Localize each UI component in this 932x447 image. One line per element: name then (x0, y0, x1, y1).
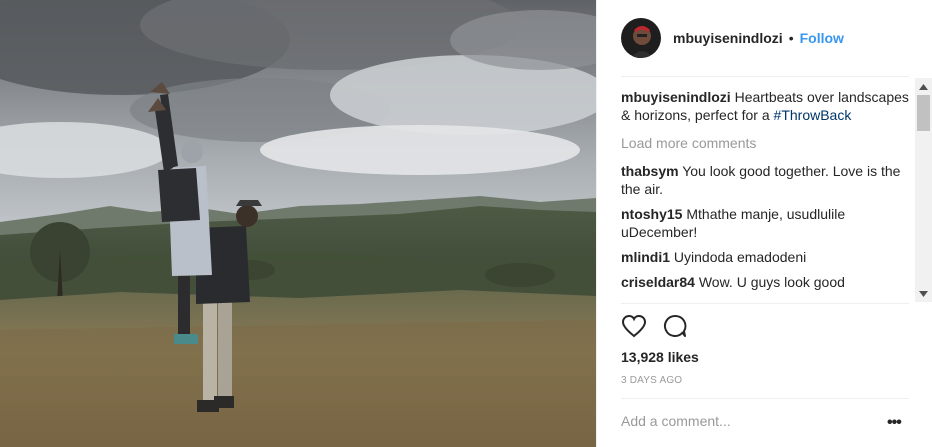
landscape-couple-image (0, 0, 596, 447)
post-details-pane: mbuyisenindlozi • Follow mbuyisenindlozi… (596, 0, 932, 447)
comment-item: mlindi1 Uyindoda emadodeni (621, 248, 911, 266)
post-caption: mbuyisenindlozi Heartbeats over landscap… (621, 88, 911, 124)
avatar-image (621, 18, 661, 58)
instagram-post-viewer: mbuyisenindlozi • Follow mbuyisenindlozi… (0, 0, 932, 447)
comment-username[interactable]: ntoshy15 (621, 206, 682, 222)
caption-hashtag[interactable]: #ThrowBack (774, 107, 852, 123)
post-actions (621, 314, 687, 342)
username-link[interactable]: mbuyisenindlozi (673, 30, 783, 46)
comment-bubble-icon[interactable] (663, 314, 687, 343)
add-comment-input[interactable] (621, 413, 871, 429)
comments-list[interactable]: mbuyisenindlozi Heartbeats over landscap… (621, 88, 911, 302)
likes-count[interactable]: 13,928 likes (621, 349, 699, 365)
comment-username[interactable]: mlindi1 (621, 249, 670, 265)
load-more-comments-button[interactable]: Load more comments (621, 134, 911, 152)
scroll-down-arrow-icon[interactable] (915, 285, 932, 302)
comment-username[interactable]: thabsym (621, 163, 679, 179)
add-comment-divider (621, 398, 909, 399)
scroll-up-arrow-icon[interactable] (915, 78, 932, 95)
scrollbar-thumb[interactable] (917, 95, 930, 131)
comments-divider (621, 303, 909, 304)
comment-text: Wow. U guys look good (698, 274, 845, 290)
avatar[interactable] (621, 18, 661, 58)
more-options-icon[interactable]: ••• (887, 414, 902, 432)
follow-button[interactable]: Follow (800, 30, 844, 46)
post-age[interactable]: 3 DAYS AGO (621, 375, 682, 386)
caption-username[interactable]: mbuyisenindlozi (621, 89, 731, 105)
comment-item: thabsym You look good together. Love is … (621, 162, 911, 198)
comment-item: ntoshy15 Mthathe manje, usudlulile uDece… (621, 205, 911, 241)
separator-dot: • (788, 30, 794, 46)
header-divider (621, 76, 909, 77)
comment-username[interactable]: criseldar84 (621, 274, 695, 290)
comments-scrollbar[interactable] (915, 78, 932, 302)
post-photo[interactable] (0, 0, 596, 447)
heart-icon[interactable] (621, 314, 647, 343)
comment-text: Uyindoda emadodeni (673, 249, 807, 265)
post-header: mbuyisenindlozi • Follow (621, 16, 909, 60)
comment-item: criseldar84 Wow. U guys look good (621, 273, 911, 291)
